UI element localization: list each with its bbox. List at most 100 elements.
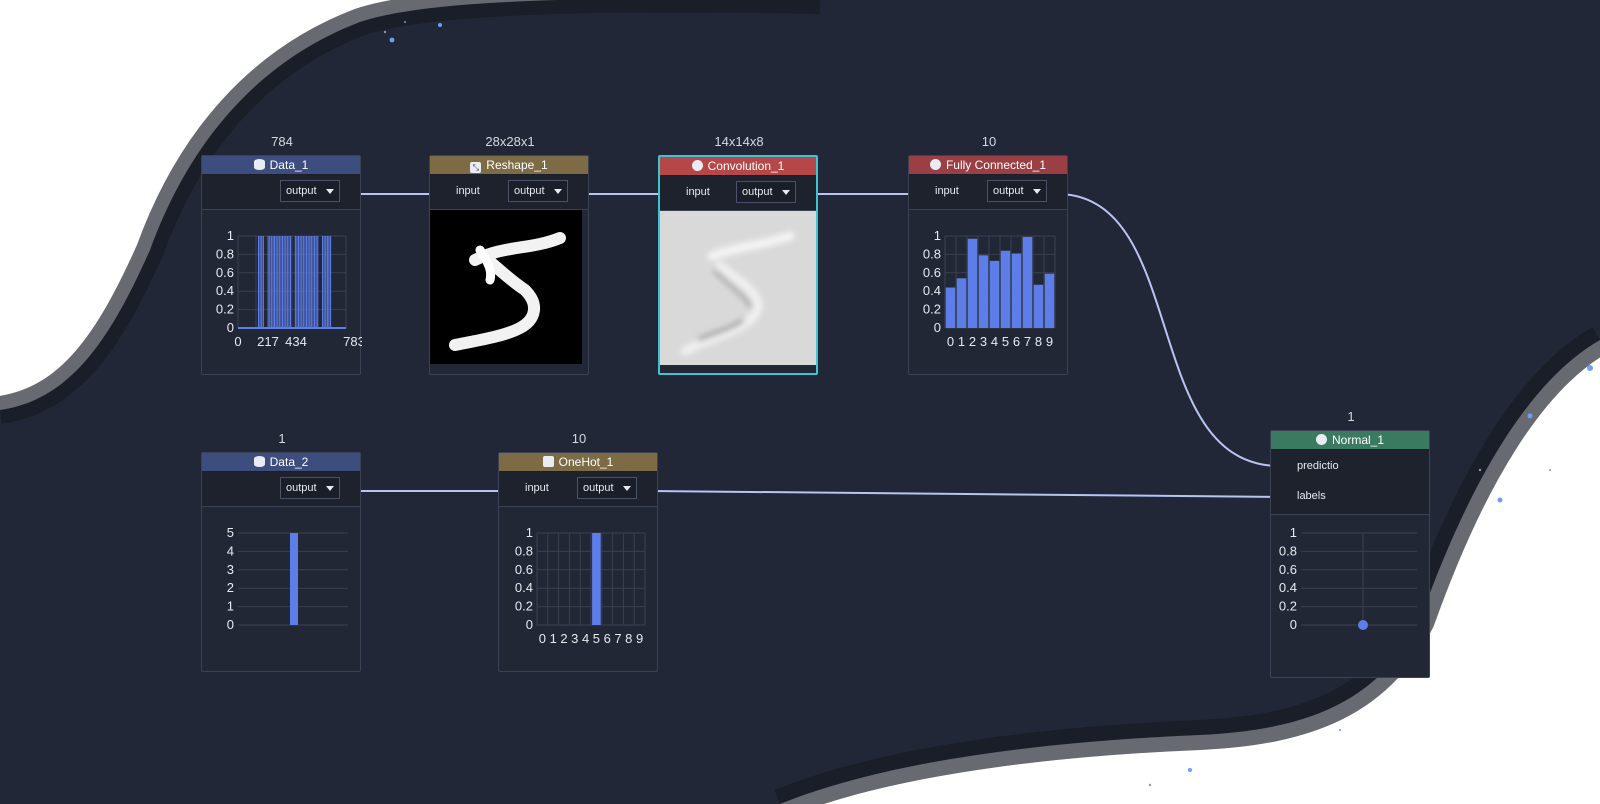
bar — [310, 236, 312, 328]
normal-1-chart: 1 0.8 0.6 0.4 0.2 0 — [1271, 515, 1429, 671]
bar — [325, 236, 327, 328]
x-tick-label: 0 — [539, 631, 546, 646]
input-port-label[interactable]: input — [935, 185, 959, 197]
node-data-1[interactable]: Data_1 output 1 0.8 0.6 0.4 0.2 0 0 217 434 783 — [201, 155, 362, 375]
input-port-label[interactable]: input — [525, 482, 549, 494]
x-tick-label: 7 — [1024, 334, 1031, 349]
node-onehot-1[interactable]: OneHot_1 input output 1 0.8 0.6 0.4 0.2 0 0 1 2 3… — [498, 452, 658, 672]
bar — [274, 236, 276, 328]
node-header[interactable]: Data_1 — [202, 156, 360, 175]
output-dropdown[interactable]: output — [280, 180, 340, 202]
convolution-icon — [691, 160, 703, 171]
bar — [956, 278, 967, 328]
onehot-1-shape-label: 10 — [571, 431, 587, 446]
input-port-predictions[interactable]: predictio — [1297, 460, 1339, 472]
y-tick-label: 0 — [1290, 617, 1297, 632]
output-dropdown[interactable]: output — [736, 181, 796, 203]
x-tick-label: 6 — [604, 631, 611, 646]
node-title: Data_1 — [269, 158, 309, 172]
input-port-labels[interactable]: labels — [1297, 490, 1326, 502]
x-tick-label: 434 — [285, 334, 307, 349]
circle-icon — [929, 159, 941, 170]
x-tick-label: 783 — [343, 334, 362, 349]
x-tick-label: 9 — [636, 631, 643, 646]
x-tick-label: 0 — [947, 334, 954, 349]
y-tick-label: 0.4 — [216, 283, 234, 298]
y-tick-label: 5 — [227, 525, 234, 540]
node-title: Convolution_1 — [707, 159, 785, 173]
bar — [267, 236, 269, 328]
x-tick-label: 8 — [1035, 334, 1042, 349]
bar — [298, 236, 300, 328]
bar — [989, 260, 1000, 328]
bar — [326, 236, 328, 328]
database-icon — [253, 159, 265, 170]
node-header[interactable]: ⤡ Reshape_1 — [430, 156, 588, 175]
bar — [261, 236, 263, 328]
caret-down-icon — [782, 190, 790, 195]
y-tick-label: 0 — [934, 320, 941, 335]
bar — [278, 236, 280, 328]
bar — [307, 236, 309, 328]
output-dropdown[interactable]: output — [280, 477, 340, 499]
node-data-2[interactable]: Data_2 output 5 4 3 2 1 0 — [201, 452, 361, 672]
bar — [258, 236, 260, 328]
caret-down-icon — [326, 189, 334, 194]
bar — [315, 236, 317, 328]
x-tick-label: 3 — [571, 631, 578, 646]
node-header[interactable]: OneHot_1 — [499, 453, 657, 472]
input-port-label[interactable]: input — [456, 185, 480, 197]
bar — [312, 236, 314, 328]
caret-down-icon — [1033, 189, 1041, 194]
bar — [299, 236, 301, 328]
output-dropdown[interactable]: output — [987, 180, 1047, 202]
fully-connected-1-chart: 1 0.8 0.6 0.4 0.2 0 0 1 2 3 4 5 6 7 8 9 — [909, 210, 1067, 366]
bar — [286, 236, 288, 328]
reshape-1-shape-label: 28x28x1 — [485, 134, 535, 149]
data-2-chart-svg: 5 4 3 2 1 0 — [227, 525, 348, 632]
y-tick-label: 0.6 — [515, 562, 533, 577]
bar — [283, 236, 285, 328]
node-header[interactable]: Normal_1 — [1271, 431, 1429, 450]
bar — [309, 236, 311, 328]
bar — [294, 236, 296, 328]
node-header[interactable]: Convolution_1 — [660, 157, 816, 176]
node-title: Data_2 — [269, 455, 309, 469]
y-tick-label: 4 — [227, 543, 234, 558]
node-convolution-1[interactable]: Convolution_1 input output — [658, 155, 818, 375]
node-header[interactable]: Data_2 — [202, 453, 360, 472]
node-header[interactable]: Fully Connected_1 — [909, 156, 1067, 175]
node-title: OneHot_1 — [558, 455, 614, 469]
bar — [280, 236, 282, 328]
x-tick-label: 4 — [991, 334, 998, 349]
bar — [259, 236, 261, 328]
y-tick-label: 0 — [227, 617, 234, 632]
y-tick-label: 0.4 — [923, 283, 941, 298]
node-fully-connected-1[interactable]: Fully Connected_1 input output 1 0.8 0.6 0.… — [908, 155, 1068, 375]
data-2-shape-label: 1 — [278, 431, 286, 446]
bar — [1022, 236, 1033, 328]
bar — [302, 236, 304, 328]
bar — [269, 236, 271, 328]
normal-1-shape-label: 1 — [1347, 409, 1355, 424]
node-normal-1[interactable]: Normal_1 predictio labels 1 0.8 0.6 0.4 0.2 0 — [1270, 430, 1430, 678]
y-tick-label: 3 — [227, 562, 234, 577]
input-port-label[interactable]: input — [686, 186, 710, 198]
bar — [978, 255, 989, 328]
x-tick-label: 9 — [1046, 334, 1053, 349]
bar — [304, 236, 306, 328]
y-tick-label: 0.4 — [1279, 580, 1297, 595]
onehot-1-chart: 1 0.8 0.6 0.4 0.2 0 0 1 2 3 4 5 6 7 8 9 — [499, 507, 657, 663]
output-dropdown[interactable]: output — [577, 477, 637, 499]
digit-5-image — [430, 210, 588, 366]
bar — [285, 236, 287, 328]
y-tick-label: 0.2 — [923, 302, 941, 317]
data-1-chart-svg: 1 0.8 0.6 0.4 0.2 00 217 434 783 — [216, 228, 362, 349]
bar — [270, 236, 272, 328]
x-tick-label: 3 — [980, 334, 987, 349]
bar — [272, 236, 274, 328]
node-reshape-1[interactable]: ⤡ Reshape_1 input output — [429, 155, 589, 375]
y-tick-label: 0 — [526, 617, 533, 632]
bar — [592, 533, 601, 625]
output-dropdown[interactable]: output — [508, 180, 568, 202]
